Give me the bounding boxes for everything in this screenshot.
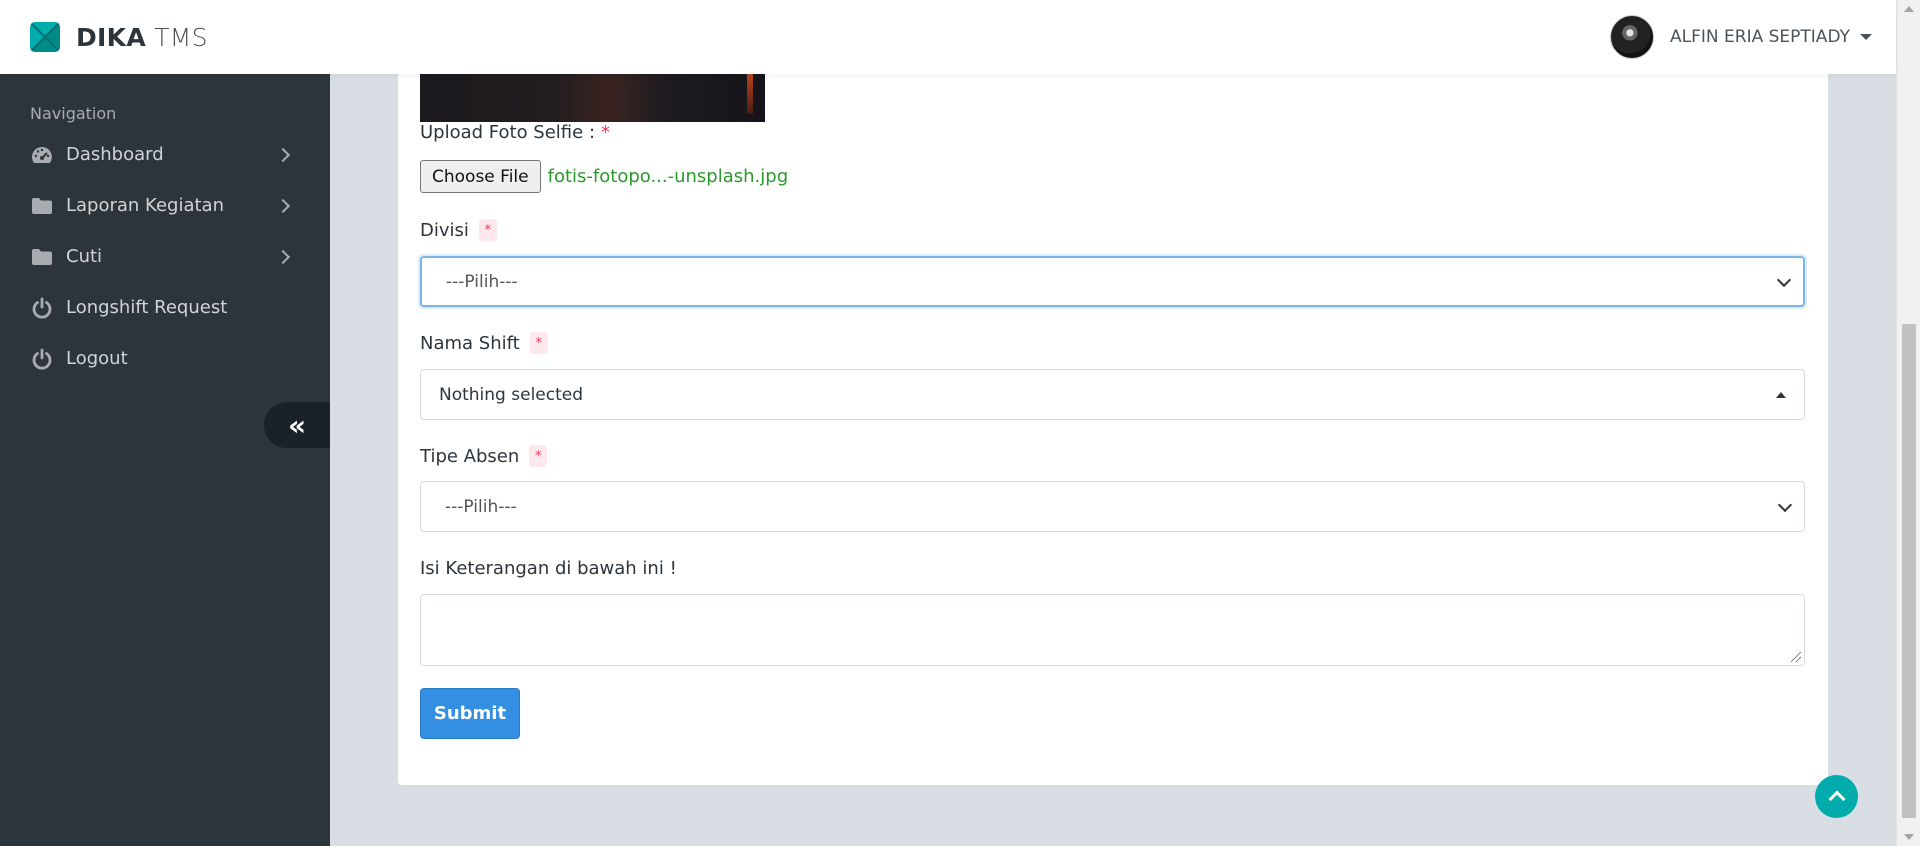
required-badge: * xyxy=(529,445,548,467)
selfie-preview-image xyxy=(420,74,765,122)
nama-shift-select[interactable]: Nothing selected xyxy=(420,369,1805,420)
nama-shift-label-text: Nama Shift xyxy=(420,332,520,354)
keterangan-textarea[interactable] xyxy=(420,594,1805,666)
sidebar-item-laporan-kegiatan[interactable]: Laporan Kegiatan xyxy=(0,180,330,231)
folder-icon xyxy=(30,194,54,218)
choose-file-button[interactable]: Choose File xyxy=(420,160,541,193)
sidebar-item-longshift-request[interactable]: Longshift Request xyxy=(0,282,330,333)
tipe-absen-select[interactable]: ---Pilih--- xyxy=(420,481,1805,532)
keterangan-label-text: Isi Keterangan di bawah ini ! xyxy=(420,558,677,579)
file-input[interactable]: Choose File fotis-fotopo...-unsplash.jpg xyxy=(420,160,788,193)
form-panel: Upload Foto Selfie : * Choose File fotis… xyxy=(398,40,1828,785)
sidebar-item-cuti[interactable]: Cuti xyxy=(0,231,330,282)
chevron-down-icon xyxy=(1776,272,1792,287)
upload-selfie-label: Upload Foto Selfie : * xyxy=(420,122,610,143)
required-badge: * xyxy=(529,332,548,354)
sidebar-minify-button[interactable]: « xyxy=(264,402,330,448)
sidebar-item-dashboard[interactable]: Dashboard xyxy=(0,129,330,180)
user-menu[interactable]: ALFIN ERIA SEPTIADY xyxy=(1610,15,1872,59)
scroll-up-arrow-icon[interactable] xyxy=(1904,6,1914,12)
required-mark: * xyxy=(601,122,611,143)
tipe-absen-label-text: Tipe Absen xyxy=(420,445,520,467)
nama-shift-label: Nama Shift * xyxy=(420,332,548,354)
user-name[interactable]: ALFIN ERIA SEPTIADY xyxy=(1670,27,1850,47)
brand-name: DIKA TMS xyxy=(76,23,208,52)
sidebar: Navigation Dashboard Laporan Kegiatan Cu… xyxy=(0,74,330,846)
sidebar-item-label: Dashboard xyxy=(66,144,164,165)
brand[interactable]: DIKA TMS xyxy=(30,22,208,52)
power-icon xyxy=(30,347,54,371)
avatar[interactable] xyxy=(1610,15,1655,59)
divisi-label-text: Divisi xyxy=(420,219,469,241)
keterangan-label: Isi Keterangan di bawah ini ! xyxy=(420,558,677,579)
nama-shift-select-value: Nothing selected xyxy=(439,384,584,405)
top-header: DIKA TMS ALFIN ERIA SEPTIADY xyxy=(0,0,1896,74)
divisi-select[interactable]: ---Pilih--- xyxy=(420,256,1805,307)
resize-grip-icon[interactable] xyxy=(1791,652,1801,662)
divisi-label: Divisi * xyxy=(420,219,497,241)
brand-logo-icon xyxy=(30,22,60,52)
submit-button[interactable]: Submit xyxy=(420,688,520,739)
sidebar-item-label: Cuti xyxy=(66,246,103,267)
divisi-select-value: ---Pilih--- xyxy=(446,271,518,292)
sidebar-item-logout[interactable]: Logout xyxy=(0,333,330,384)
caret-down-icon[interactable] xyxy=(1860,34,1872,40)
sidebar-item-label: Longshift Request xyxy=(66,297,228,318)
folder-icon xyxy=(30,245,54,269)
chevron-right-icon xyxy=(275,198,291,213)
tipe-absen-select-value: ---Pilih--- xyxy=(445,496,517,517)
caret-up-icon xyxy=(1776,391,1786,398)
brand-name-light: TMS xyxy=(154,22,208,52)
tipe-absen-label: Tipe Absen * xyxy=(420,445,548,467)
chevron-right-icon xyxy=(275,147,291,162)
nav-list: Dashboard Laporan Kegiatan Cuti Longshif… xyxy=(0,129,330,384)
power-icon xyxy=(30,296,54,320)
scrollbar-thumb[interactable] xyxy=(1902,324,1916,818)
scroll-to-top-button[interactable] xyxy=(1815,775,1858,818)
dashboard-gauge-icon xyxy=(30,143,54,167)
scroll-down-arrow-icon[interactable] xyxy=(1904,834,1914,840)
vertical-scrollbar[interactable] xyxy=(1896,0,1920,846)
chevron-down-icon xyxy=(1777,497,1793,512)
sidebar-item-label: Logout xyxy=(66,348,128,369)
required-badge: * xyxy=(478,219,497,241)
sidebar-item-label: Laporan Kegiatan xyxy=(66,195,224,216)
nav-header: Navigation xyxy=(30,104,117,123)
chevron-right-icon xyxy=(275,249,291,264)
brand-name-bold: DIKA xyxy=(76,22,146,52)
selected-file-name: fotis-fotopo...-unsplash.jpg xyxy=(547,166,789,187)
upload-selfie-label-text: Upload Foto Selfie : xyxy=(420,122,596,143)
